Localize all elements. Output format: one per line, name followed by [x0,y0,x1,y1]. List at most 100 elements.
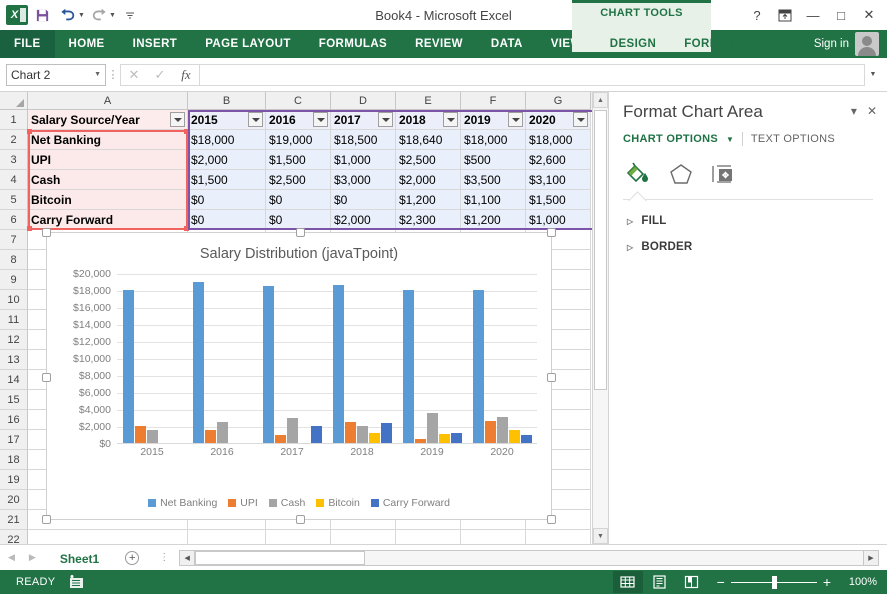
panel-close-icon[interactable]: ✕ [867,104,877,118]
row-header[interactable]: 2 [0,130,28,150]
cell-g6[interactable]: $1,000 [526,210,591,230]
cell-e6[interactable]: $2,300 [396,210,461,230]
cell-g5[interactable]: $1,500 [526,190,591,210]
filter-dropdown-icon[interactable] [248,112,263,127]
scroll-up-button[interactable]: ▲ [593,92,608,108]
scroll-down-button[interactable]: ▼ [593,528,608,544]
customize-quick-access-toolbar-button[interactable] [118,4,142,26]
cell-c6[interactable]: $0 [266,210,331,230]
bar[interactable] [521,435,532,444]
sign-in-button[interactable]: Sign in [814,30,887,58]
cancel-formula-button[interactable]: ✕ [121,65,147,85]
tab-split-handle[interactable]: ⋮ [149,552,179,563]
cell-b2[interactable]: $18,000 [188,130,266,150]
zoom-in-button[interactable]: + [823,574,831,590]
filter-dropdown-icon[interactable] [378,112,393,127]
close-button[interactable]: ✕ [855,2,883,28]
tab-design[interactable]: DESIGN [596,30,671,58]
row-header[interactable]: 13 [0,350,28,370]
bar[interactable] [497,417,508,443]
row-header[interactable]: 1 [0,110,28,130]
row-header[interactable]: 3 [0,150,28,170]
cell-empty[interactable] [331,530,396,544]
name-box-dropdown-icon[interactable]: ▼ [94,71,101,78]
cell-empty[interactable] [188,530,266,544]
column-header-c[interactable]: C [266,92,331,110]
scroll-right-button[interactable]: ▶ [863,550,879,566]
filter-dropdown-icon[interactable] [573,112,588,127]
cell-d3[interactable]: $1,000 [331,150,396,170]
panel-section-fill[interactable]: ▷ FILL [623,208,873,234]
vertical-scroll-thumb[interactable] [594,110,607,390]
horizontal-scroll-thumb[interactable] [195,551,365,565]
select-all-corner[interactable] [0,92,28,110]
cell-a4[interactable]: Cash [28,170,188,190]
row-header[interactable]: 8 [0,250,28,270]
cell-empty[interactable] [28,530,188,544]
row-header[interactable]: 7 [0,230,28,250]
filter-dropdown-icon[interactable] [313,112,328,127]
bar[interactable] [217,422,228,443]
tab-insert[interactable]: INSERT [119,30,192,58]
insert-function-button[interactable]: fx [173,65,199,85]
cell-e5[interactable]: $1,200 [396,190,461,210]
row-header[interactable]: 22 [0,530,28,544]
row-header[interactable]: 10 [0,290,28,310]
cell-f3[interactable]: $500 [461,150,526,170]
tab-text-options[interactable]: TEXT OPTIONS [751,133,835,145]
cell-empty[interactable] [396,530,461,544]
effects-pentagon-icon[interactable] [669,163,693,188]
cell-empty[interactable] [526,530,591,544]
cell-empty[interactable] [266,530,331,544]
tab-chart-options[interactable]: CHART OPTIONS [623,133,718,145]
bar[interactable] [509,430,520,443]
cell-empty[interactable] [461,530,526,544]
panel-collapse-icon[interactable]: ▾ [851,104,857,118]
tab-file[interactable]: FILE [0,30,55,58]
fill-bucket-icon[interactable] [625,162,651,189]
cell-c5[interactable]: $0 [266,190,331,210]
panel-section-border[interactable]: ▷ BORDER [623,234,873,260]
bar[interactable] [381,423,392,443]
cell-e3[interactable]: $2,500 [396,150,461,170]
zoom-level-label[interactable]: 100% [841,576,881,588]
row-header[interactable]: 17 [0,430,28,450]
bar[interactable] [263,286,274,443]
tab-format[interactable]: FORMAT [670,30,749,58]
cell-c4[interactable]: $2,500 [266,170,331,190]
ribbon-display-options-button[interactable] [771,2,799,28]
name-box[interactable]: Chart 2 ▼ [6,64,106,86]
legend-item[interactable]: Net Banking [148,497,217,509]
column-header-a[interactable]: A [28,92,188,110]
legend-item[interactable]: Cash [269,497,306,509]
column-header-d[interactable]: D [331,92,396,110]
bar[interactable] [439,434,450,443]
row-header[interactable]: 20 [0,490,28,510]
row-header[interactable]: 9 [0,270,28,290]
chart-object[interactable]: Salary Distribution (javaTpoint) $0 $2,0… [46,232,552,520]
add-sheet-button[interactable]: + [115,545,149,570]
bar[interactable] [193,282,204,444]
filter-dropdown-icon[interactable] [170,112,185,127]
zoom-slider[interactable] [731,582,817,583]
row-header[interactable]: 6 [0,210,28,230]
row-header[interactable]: 21 [0,510,28,530]
undo-dropdown-icon[interactable]: ▼ [78,12,85,19]
normal-view-icon[interactable] [613,571,643,593]
chart-legend[interactable]: Net BankingUPICashBitcoinCarry Forward [47,497,551,509]
next-sheet-button[interactable]: ▶ [29,552,36,563]
redo-button[interactable] [87,4,111,26]
tab-data[interactable]: DATA [477,30,537,58]
legend-item[interactable]: Bitcoin [316,497,360,509]
column-header-g[interactable]: G [526,92,591,110]
row-header[interactable]: 15 [0,390,28,410]
cell-b3[interactable]: $2,000 [188,150,266,170]
column-header-b[interactable]: B [188,92,266,110]
bar[interactable] [451,433,462,443]
row-header[interactable]: 12 [0,330,28,350]
resize-handle-nw[interactable] [42,228,51,237]
tab-home[interactable]: HOME [55,30,119,58]
page-layout-view-icon[interactable] [645,571,675,593]
tab-page-layout[interactable]: PAGE LAYOUT [191,30,305,58]
cell-g4[interactable]: $3,100 [526,170,591,190]
